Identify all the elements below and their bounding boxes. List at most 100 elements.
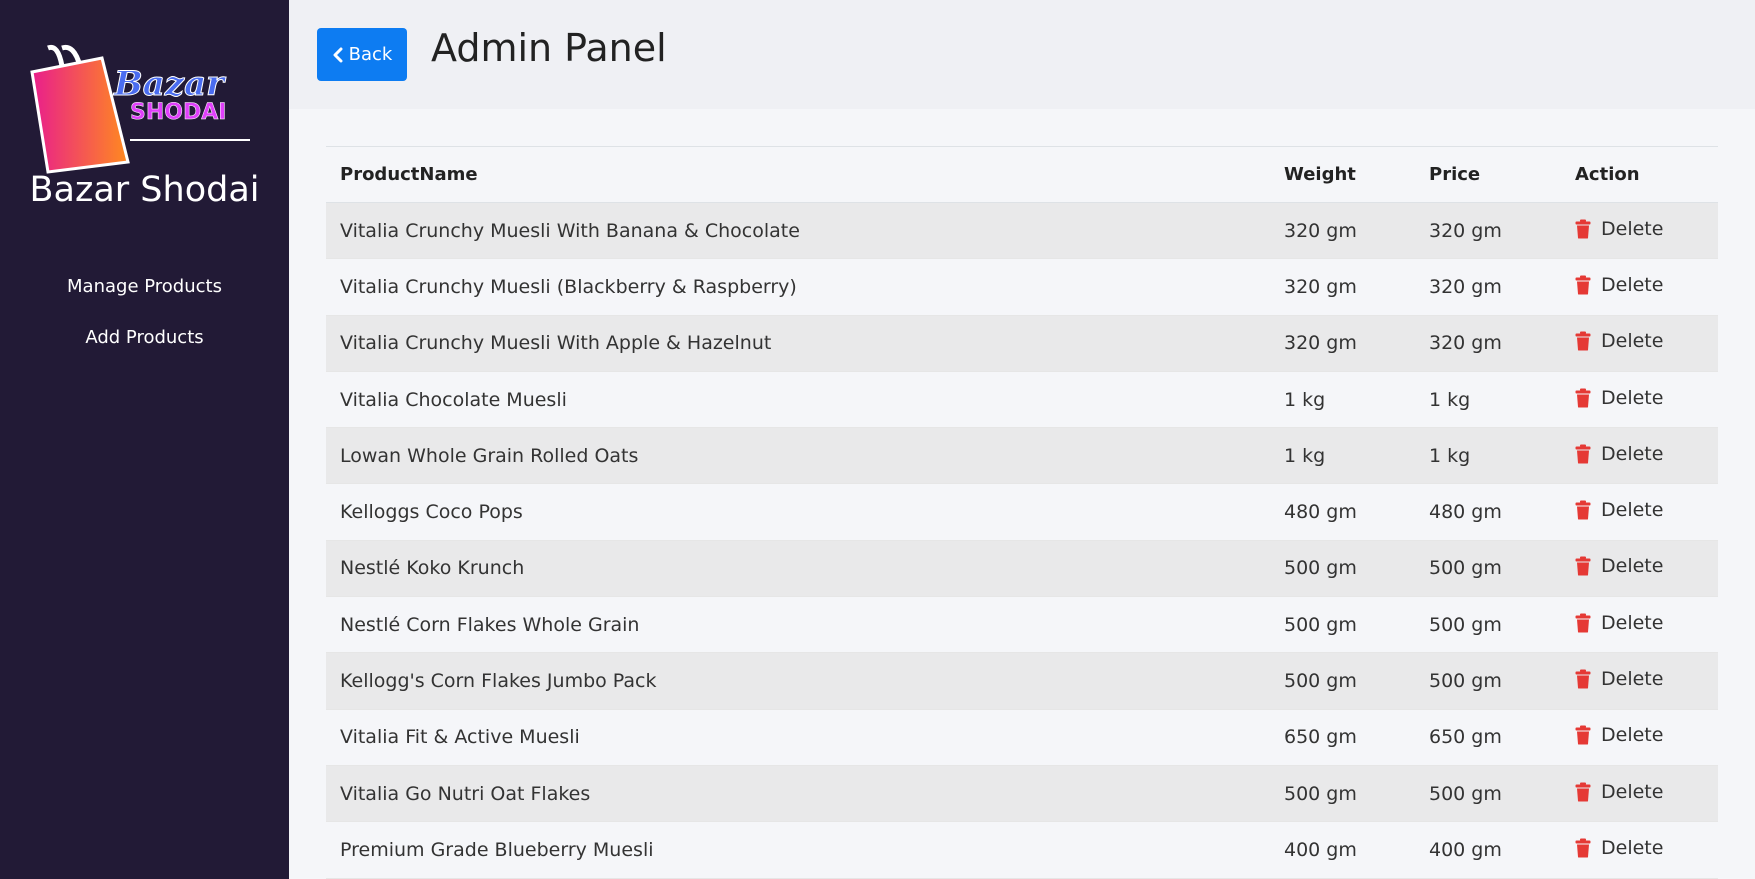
- price-cell: 500 gm: [1415, 765, 1561, 823]
- table-row: Vitalia Crunchy Muesli With Apple & Haze…: [326, 315, 1718, 372]
- brand-name: Bazar Shodai: [29, 170, 260, 210]
- weight-cell: 480 gm: [1270, 483, 1415, 541]
- price-cell: 480 gm: [1415, 483, 1561, 541]
- price-cell: 500 gm: [1415, 652, 1561, 710]
- action-cell: Delete: [1561, 427, 1718, 485]
- price-cell: 320 gm: [1415, 315, 1561, 372]
- price-cell: 500 gm: [1415, 540, 1561, 598]
- action-cell: Delete: [1561, 709, 1718, 766]
- table-row: Vitalia Crunchy Muesli (Blackberry & Ras…: [326, 258, 1718, 316]
- table-row: Premium Grade Blueberry Muesli 400 gm 400 …: [326, 821, 1718, 879]
- column-header-productname: ProductName: [326, 146, 1270, 203]
- price-cell: 320 gm: [1415, 202, 1561, 260]
- brand-logo[interactable]: Bazar SHODAI: [30, 44, 260, 174]
- product-name-cell: Vitalia Crunchy Muesli (Blackberry & Ras…: [326, 258, 1270, 316]
- weight-cell: 1 kg: [1270, 427, 1415, 485]
- action-cell: Delete: [1561, 596, 1718, 654]
- trash-icon: [1575, 556, 1591, 576]
- table-row: Kelloggs Coco Pops 480 gm 480 gm Delete: [326, 483, 1718, 541]
- weight-cell: 500 gm: [1270, 652, 1415, 710]
- product-name-cell: Premium Grade Blueberry Muesli: [326, 821, 1270, 879]
- price-cell: 1 kg: [1415, 427, 1561, 485]
- chevron-left-icon: [333, 47, 343, 62]
- back-button-label: Back: [348, 44, 393, 65]
- delete-button-label: Delete: [1601, 273, 1664, 296]
- back-button[interactable]: Back: [317, 28, 407, 81]
- delete-button[interactable]: Delete: [1575, 330, 1663, 352]
- table-row: Nestlé Corn Flakes Whole Grain 500 gm 500 …: [326, 596, 1718, 654]
- logo-text-bazar: Bazar: [113, 64, 225, 105]
- delete-button[interactable]: Delete: [1575, 612, 1663, 634]
- product-name-cell: Nestlé Corn Flakes Whole Grain: [326, 596, 1270, 654]
- table-row: Vitalia Crunchy Muesli With Banana & Cho…: [326, 202, 1718, 260]
- weight-cell: 320 gm: [1270, 202, 1415, 260]
- sidebar-item-add-products[interactable]: Add Products: [0, 323, 289, 374]
- price-cell: 650 gm: [1415, 709, 1561, 766]
- price-cell: 320 gm: [1415, 258, 1561, 316]
- action-cell: Delete: [1561, 540, 1718, 598]
- trash-icon: [1575, 444, 1591, 464]
- delete-button-label: Delete: [1601, 330, 1664, 353]
- header: Back Admin Panel: [289, 0, 1755, 109]
- table-row: Kellogg's Corn Flakes Jumbo Pack 500 gm 50…: [326, 652, 1718, 710]
- product-name-cell: Vitalia Crunchy Muesli With Apple & Haze…: [326, 315, 1270, 372]
- trash-icon: [1575, 331, 1591, 351]
- trash-icon: [1575, 782, 1591, 802]
- trash-icon: [1575, 669, 1591, 689]
- delete-button[interactable]: Delete: [1575, 781, 1663, 803]
- price-cell: 400 gm: [1415, 821, 1561, 879]
- delete-button-label: Delete: [1601, 499, 1664, 522]
- trash-icon: [1575, 500, 1591, 520]
- trash-icon: [1575, 219, 1591, 239]
- product-name-cell: Vitalia Go Nutri Oat Flakes: [326, 765, 1270, 823]
- action-cell: Delete: [1561, 258, 1718, 316]
- delete-button-label: Delete: [1601, 836, 1664, 859]
- trash-icon: [1575, 388, 1591, 408]
- table-header-row: ProductName Weight Price Action: [326, 146, 1718, 203]
- weight-cell: 320 gm: [1270, 258, 1415, 316]
- delete-button[interactable]: Delete: [1575, 274, 1663, 296]
- table-row: Lowan Whole Grain Rolled Oats 1 kg 1 kg Del…: [326, 427, 1718, 485]
- trash-icon: [1575, 725, 1591, 745]
- weight-cell: 500 gm: [1270, 540, 1415, 598]
- weight-cell: 400 gm: [1270, 821, 1415, 879]
- weight-cell: 1 kg: [1270, 371, 1415, 429]
- trash-icon: [1575, 275, 1591, 295]
- action-cell: Delete: [1561, 483, 1718, 541]
- logo-text-shodai: SHODAI: [130, 100, 227, 126]
- action-cell: Delete: [1561, 371, 1718, 429]
- delete-button-label: Delete: [1601, 386, 1664, 409]
- product-name-cell: Vitalia Chocolate Muesli: [326, 371, 1270, 429]
- weight-cell: 500 gm: [1270, 765, 1415, 823]
- delete-button[interactable]: Delete: [1575, 837, 1663, 859]
- delete-button[interactable]: Delete: [1575, 387, 1663, 409]
- price-cell: 500 gm: [1415, 596, 1561, 654]
- delete-button[interactable]: Delete: [1575, 218, 1663, 240]
- action-cell: Delete: [1561, 821, 1718, 879]
- action-cell: Delete: [1561, 652, 1718, 710]
- product-name-cell: Nestlé Koko Krunch: [326, 540, 1270, 598]
- price-cell: 1 kg: [1415, 371, 1561, 429]
- product-name-cell: Kelloggs Coco Pops: [326, 483, 1270, 541]
- table-row: Vitalia Chocolate Muesli 1 kg 1 kg Delete: [326, 371, 1718, 429]
- sidebar: Bazar SHODAI Bazar Shodai Manage Product…: [0, 0, 289, 879]
- sidebar-item-manage-products[interactable]: Manage Products: [0, 272, 289, 323]
- delete-button-label: Delete: [1601, 217, 1664, 240]
- product-name-cell: Vitalia Crunchy Muesli With Banana & Cho…: [326, 202, 1270, 260]
- delete-button[interactable]: Delete: [1575, 724, 1663, 746]
- action-cell: Delete: [1561, 202, 1718, 260]
- products-table: ProductName Weight Price Action Vitalia …: [326, 146, 1718, 879]
- trash-icon: [1575, 838, 1591, 858]
- delete-button[interactable]: Delete: [1575, 668, 1663, 690]
- delete-button[interactable]: Delete: [1575, 555, 1663, 577]
- weight-cell: 320 gm: [1270, 315, 1415, 372]
- column-header-action: Action: [1561, 146, 1718, 203]
- table-row: Vitalia Fit & Active Muesli 650 gm 650 gm D…: [326, 709, 1718, 766]
- delete-button[interactable]: Delete: [1575, 499, 1663, 521]
- column-header-price: Price: [1415, 146, 1561, 203]
- action-cell: Delete: [1561, 315, 1718, 372]
- sidebar-nav: Manage Products Add Products: [0, 272, 289, 374]
- delete-button[interactable]: Delete: [1575, 443, 1663, 465]
- delete-button-label: Delete: [1601, 555, 1664, 578]
- delete-button-label: Delete: [1601, 780, 1664, 803]
